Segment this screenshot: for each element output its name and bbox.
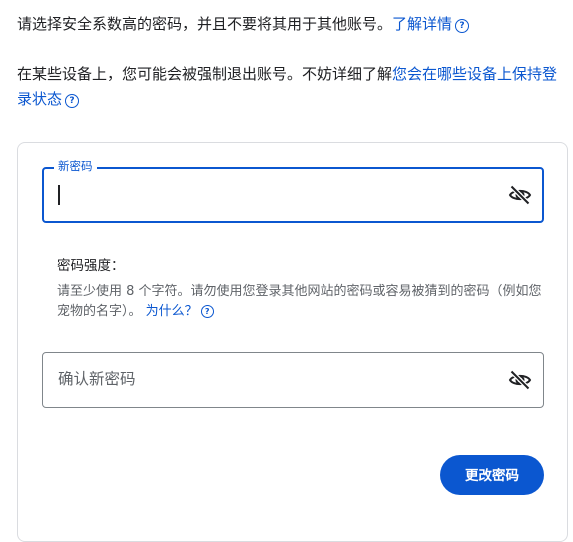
confirm-password-placeholder: 确认新密码 (58, 370, 136, 388)
toggle-confirm-visibility-button[interactable] (506, 366, 534, 394)
text-cursor (58, 185, 60, 205)
intro-signout-text: 在某些设备上，您可能会被强制退出账号。不妨详细了解 (17, 65, 393, 83)
intro-security-text: 请选择安全系数高的密码，并且不要将其用于其他账号。 (17, 15, 393, 33)
help-icon[interactable]: ? (455, 19, 470, 33)
learn-more-link[interactable]: 了解详情? (392, 15, 470, 33)
eye-off-icon[interactable] (508, 368, 532, 392)
password-strength-hint-text: 请至少使用 8 个字符。请勿使用您登录其他网站的密码或容易被猜到的密码（例如您宠… (57, 284, 542, 319)
intro-security-note: 请选择安全系数高的密码，并且不要将其用于其他账号。了解详情? (17, 12, 565, 37)
learn-more-link-label[interactable]: 了解详情 (392, 15, 452, 33)
eye-off-icon[interactable] (508, 183, 532, 207)
why-link[interactable]: 为什么？? (146, 304, 214, 319)
why-link-label[interactable]: 为什么？ (146, 304, 198, 319)
password-strength-hint: 请至少使用 8 个字符。请勿使用您登录其他网站的密码或容易被猜到的密码（例如您宠… (57, 282, 542, 322)
new-password-label: 新密码 (54, 159, 97, 173)
toggle-password-visibility-button[interactable] (506, 181, 534, 209)
new-password-field[interactable] (42, 167, 544, 223)
help-icon[interactable]: ? (200, 305, 214, 318)
intro-signout-note: 在某些设备上，您可能会被强制退出账号。不妨详细了解您会在哪些设备上保持登录状态? (17, 62, 565, 112)
password-strength-title: 密码强度： (57, 258, 125, 274)
change-password-button[interactable]: 更改密码 (440, 455, 544, 495)
help-icon[interactable]: ? (65, 94, 80, 108)
